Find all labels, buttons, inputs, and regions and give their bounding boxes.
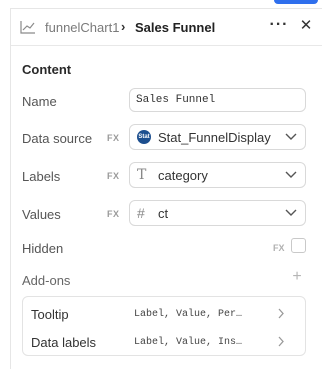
labels-select[interactable]: T category xyxy=(129,162,306,188)
values-value: ct xyxy=(158,206,169,221)
panel-title: Sales Funnel xyxy=(135,20,216,35)
chevron-right-icon xyxy=(278,336,284,347)
addon-item-tooltip[interactable]: Tooltip Label, Value, Per… xyxy=(23,299,305,327)
data-source-fx-toggle[interactable]: FX xyxy=(107,133,120,143)
chevron-down-icon xyxy=(285,171,297,178)
number-type-icon: # xyxy=(137,205,145,221)
add-addon-icon[interactable]: + xyxy=(289,269,305,285)
chevron-right-icon xyxy=(278,308,284,319)
close-button[interactable]: ✕ xyxy=(297,17,315,35)
labels-label: Labels xyxy=(22,169,61,184)
data-source-label: Data source xyxy=(22,131,93,146)
data-source-select[interactable]: Stat Stat_FunnelDisplay xyxy=(129,124,306,150)
labels-value: category xyxy=(158,168,208,183)
addon-name: Tooltip xyxy=(31,307,69,322)
inspector-panel: funnelChart1 › Sales Funnel ··· ✕ Conten… xyxy=(10,8,322,369)
addon-name: Data labels xyxy=(31,335,97,350)
hidden-fx-toggle[interactable]: FX xyxy=(273,243,285,253)
values-fx-toggle[interactable]: FX xyxy=(107,209,120,219)
labels-fx-toggle[interactable]: FX xyxy=(107,171,120,181)
name-label: Name xyxy=(22,94,57,109)
addon-item-data-labels[interactable]: Data labels Label, Value, Ins… xyxy=(23,327,305,355)
top-accent-bar xyxy=(274,0,318,4)
hidden-checkbox[interactable] xyxy=(291,238,306,253)
addons-label: Add-ons xyxy=(22,273,71,288)
addon-value: Label, Value, Per… xyxy=(134,309,243,320)
text-type-icon: T xyxy=(137,167,147,183)
line-chart-icon xyxy=(20,21,35,34)
hidden-label: Hidden xyxy=(22,241,64,256)
values-label: Values xyxy=(22,207,61,222)
component-name[interactable]: funnelChart1 xyxy=(45,20,119,35)
name-input[interactable]: Sales Funnel xyxy=(129,88,306,112)
more-options-button[interactable]: ··· xyxy=(269,16,289,36)
addons-list: Tooltip Label, Value, Per… Data labels L… xyxy=(22,296,306,356)
chevron-down-icon xyxy=(285,133,297,140)
addon-value: Label, Value, Ins… xyxy=(134,337,243,348)
panel-header: funnelChart1 › Sales Funnel ··· ✕ xyxy=(11,9,322,46)
breadcrumb-separator: › xyxy=(121,19,126,34)
data-source-badge-icon: Stat xyxy=(137,130,151,144)
chevron-down-icon xyxy=(285,209,297,216)
section-title-content: Content xyxy=(22,62,72,77)
data-source-value: Stat_FunnelDisplay xyxy=(158,130,271,145)
values-select[interactable]: # ct xyxy=(129,200,306,226)
